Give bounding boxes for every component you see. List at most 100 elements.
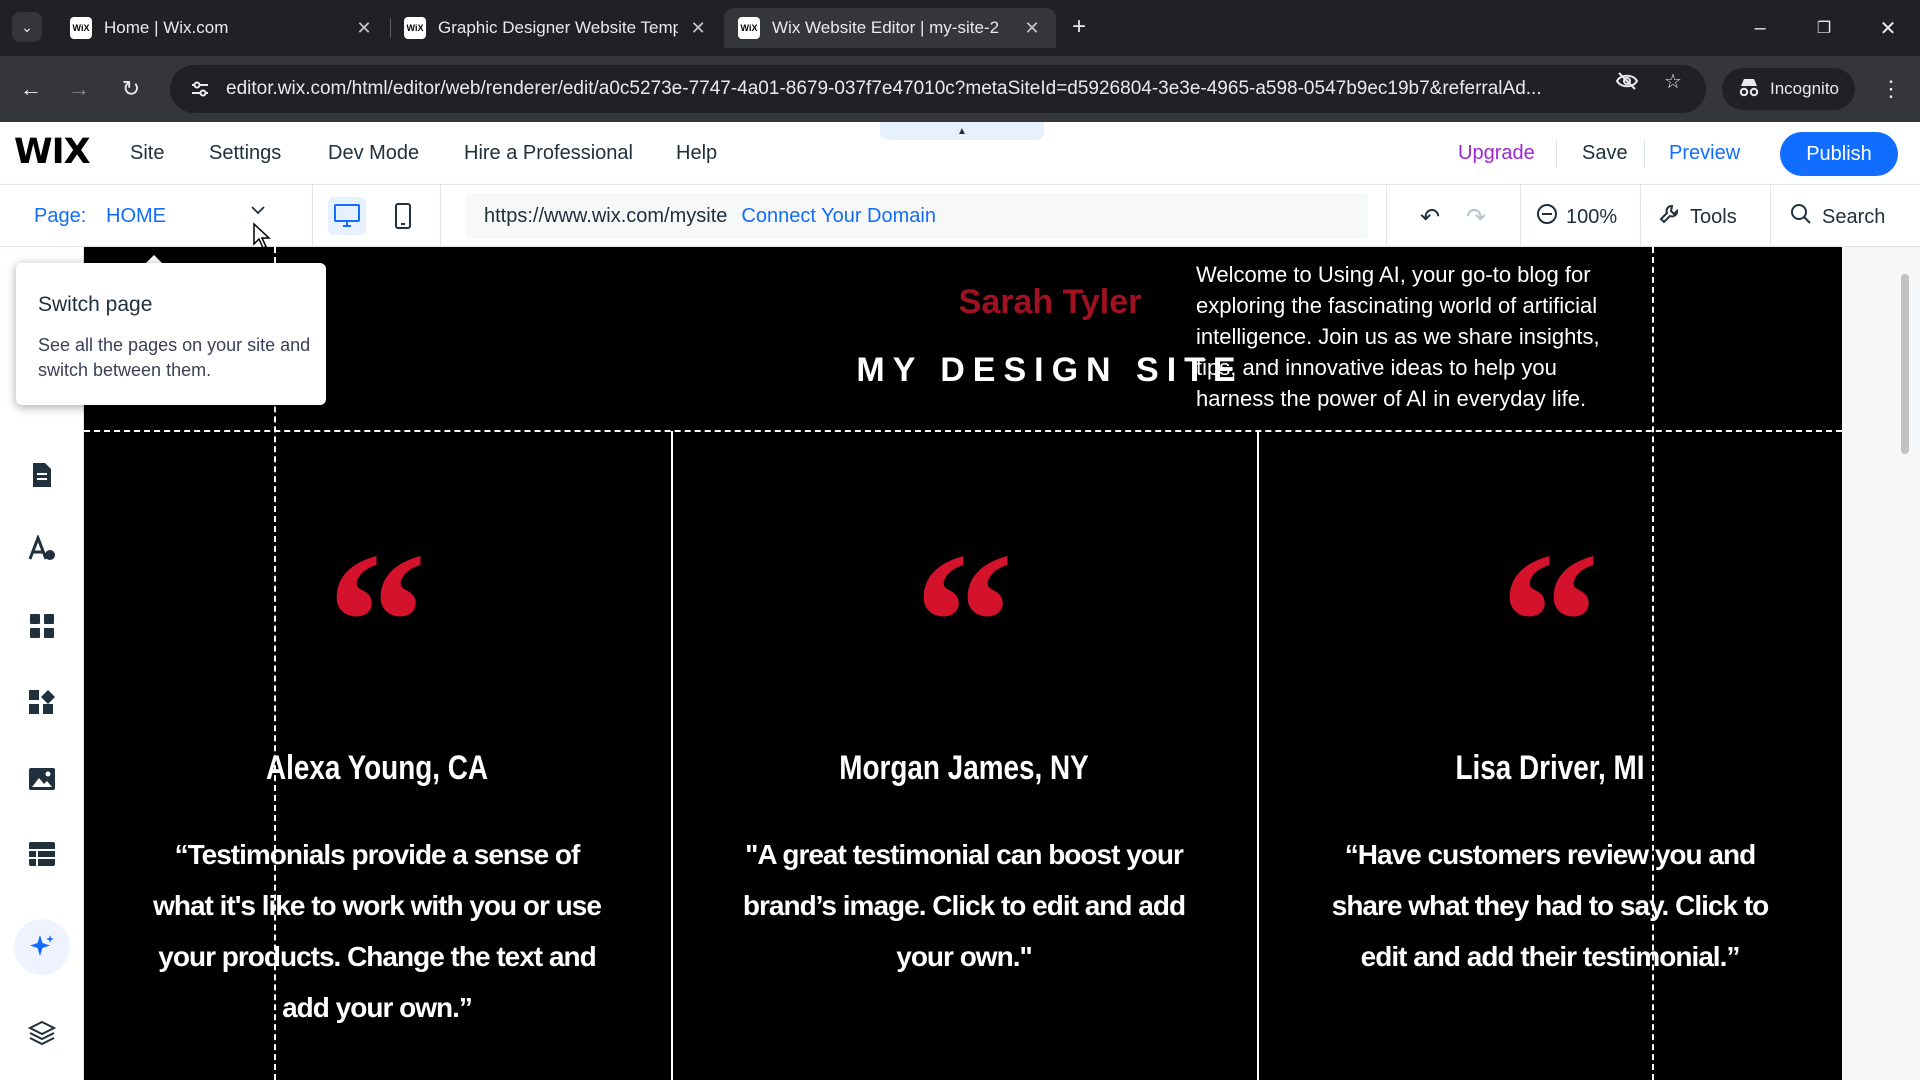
editor-toolbar: Page: HOME https://www.wix.com/mysite Co… <box>0 185 1920 247</box>
restore-icon[interactable]: ❐ <box>1804 10 1844 46</box>
testimonial-name[interactable]: Alexa Young, CA <box>137 749 618 788</box>
browser-menu-icon[interactable]: ⋮ <box>1876 74 1906 104</box>
page-selector[interactable]: HOME <box>106 205 166 228</box>
site-settings-icon[interactable] <box>188 77 212 101</box>
wix-logo[interactable]: WIX <box>14 132 91 172</box>
bookmark-star-icon[interactable]: ☆ <box>1660 68 1686 94</box>
quote-mark-icon: “ <box>1500 512 1600 733</box>
eye-off-icon[interactable] <box>1614 68 1640 94</box>
quote-mark-icon: “ <box>914 512 1014 733</box>
site-design-icon[interactable] <box>22 529 62 569</box>
quote-mark-icon: “ <box>327 512 427 733</box>
tools-button[interactable]: Tools <box>1658 203 1737 231</box>
gridline-guide <box>1652 247 1654 1080</box>
minimize-icon[interactable]: – <box>1740 10 1780 46</box>
site-url: https://www.wix.com/mysite <box>484 204 728 227</box>
save-button[interactable]: Save <box>1582 142 1628 165</box>
search-icon <box>1790 203 1812 231</box>
site-url-box: https://www.wix.com/mysite Connect Your … <box>466 193 1368 239</box>
tab-title: Graphic Designer Website Temp <box>438 18 679 37</box>
cms-table-icon[interactable] <box>22 834 62 874</box>
browser-toolbar: ← → ↻ editor.wix.com/html/editor/web/ren… <box>0 56 1920 122</box>
wrench-icon <box>1658 203 1680 231</box>
toolbar-divider <box>440 185 441 247</box>
tools-label: Tools <box>1690 205 1737 228</box>
brand-name[interactable]: Sarah Tyler <box>860 283 1240 322</box>
menu-dev-mode[interactable]: Dev Mode <box>328 142 419 165</box>
testimonial-card[interactable]: “ Lisa Driver, MI “Have customers review… <box>1257 431 1842 1080</box>
toolbar-divider <box>1640 185 1641 247</box>
welcome-text[interactable]: Welcome to Using AI, your go-to blog for… <box>1196 259 1636 414</box>
chevron-down-icon[interactable] <box>250 203 266 221</box>
wix-favicon-icon: WiX <box>738 17 760 39</box>
address-bar[interactable]: editor.wix.com/html/editor/web/renderer/… <box>170 65 1706 113</box>
wix-top-bar: WIX Site Settings Dev Mode Hire a Profes… <box>0 122 1920 185</box>
zoom-level: 100% <box>1566 205 1618 228</box>
search-button[interactable]: Search <box>1790 203 1885 231</box>
media-icon[interactable] <box>22 759 62 799</box>
testimonial-card[interactable]: “ Morgan James, NY "A great testimonial … <box>671 431 1257 1080</box>
redo-icon[interactable]: ↷ <box>1460 201 1492 233</box>
search-label: Search <box>1822 205 1886 228</box>
browser-tab-wix-editor[interactable]: WiX Wix Website Editor | my-site-2 ✕ <box>724 8 1056 48</box>
menu-help[interactable]: Help <box>676 142 717 165</box>
page-label: Page: <box>34 205 87 227</box>
tooltip-title: Switch page <box>38 293 153 316</box>
testimonial-name[interactable]: Lisa Driver, MI <box>1310 749 1791 788</box>
add-elements-icon[interactable] <box>22 606 62 646</box>
tab-search-chevron-icon[interactable]: ⌄ <box>12 12 42 42</box>
ai-sparkle-button[interactable] <box>14 919 70 975</box>
menu-hire-a-professional[interactable]: Hire a Professional <box>464 142 633 165</box>
browser-tab-bar: ⌄ WiX Home | Wix.com ✕ WiX Graphic Desig… <box>0 0 1920 56</box>
toolbar-divider <box>1386 185 1387 247</box>
incognito-label: Incognito <box>1770 79 1839 98</box>
close-tab-icon[interactable]: ✕ <box>1020 16 1044 40</box>
zoom-control[interactable]: 100% <box>1536 203 1617 231</box>
testimonial-name[interactable]: Morgan James, NY <box>724 749 1205 788</box>
menu-settings[interactable]: Settings <box>209 142 281 165</box>
add-apps-icon[interactable] <box>22 682 62 722</box>
close-window-icon[interactable]: ✕ <box>1868 10 1908 46</box>
publish-button[interactable]: Publish <box>1780 132 1898 176</box>
tab-title: Home | Wix.com <box>104 18 229 37</box>
pages-menu-icon[interactable] <box>22 455 62 495</box>
close-tab-icon[interactable]: ✕ <box>352 16 376 40</box>
canvas-scrollbar[interactable] <box>1898 256 1912 1076</box>
incognito-badge[interactable]: Incognito <box>1722 68 1855 110</box>
top-divider <box>1556 140 1557 168</box>
incognito-icon <box>1738 77 1760 102</box>
preview-button[interactable]: Preview <box>1669 142 1740 165</box>
undo-icon[interactable]: ↶ <box>1414 201 1446 233</box>
toolbar-divider <box>1520 185 1521 247</box>
new-tab-plus-icon[interactable]: + <box>1064 12 1094 42</box>
toolbar-divider <box>312 185 313 247</box>
connect-domain-link[interactable]: Connect Your Domain <box>741 205 936 228</box>
close-tab-icon[interactable]: ✕ <box>686 16 710 40</box>
menu-site[interactable]: Site <box>130 142 164 165</box>
forward-arrow-icon[interactable]: → <box>62 72 96 106</box>
testimonial-text[interactable]: “Have customers review you and share wha… <box>1317 829 1783 982</box>
tab-title: Wix Website Editor | my-site-2 <box>772 18 1000 37</box>
wix-favicon-icon: WiX <box>404 17 426 39</box>
collapse-toolbar-chevron-icon[interactable]: ▲ <box>880 122 1044 140</box>
layers-icon[interactable] <box>22 1013 62 1053</box>
testimonial-text[interactable]: “Testimonials provide a sense of what it… <box>144 829 610 1033</box>
mouse-pointer-icon <box>252 222 272 255</box>
site-canvas[interactable]: Sarah Tyler MY DESIGN SITE Welcome to Us… <box>84 247 1842 1080</box>
wix-favicon-icon: WiX <box>70 17 92 39</box>
desktop-view-icon[interactable] <box>328 197 366 235</box>
switch-page-tooltip: Switch page See all the pages on your si… <box>16 263 326 405</box>
browser-tab-wix-home[interactable]: WiX Home | Wix.com ✕ <box>56 8 388 48</box>
top-divider <box>1644 140 1645 168</box>
back-arrow-icon[interactable]: ← <box>14 72 48 106</box>
tooltip-text: See all the pages on your site and switc… <box>38 335 311 380</box>
testimonial-text[interactable]: "A great testimonial can boost your bran… <box>731 829 1197 982</box>
mobile-view-icon[interactable] <box>384 197 422 235</box>
browser-tab-graphic-designer[interactable]: WiX Graphic Designer Website Temp ✕ <box>390 8 722 48</box>
url-text: editor.wix.com/html/editor/web/renderer/… <box>226 78 1542 99</box>
site-header[interactable]: Sarah Tyler MY DESIGN SITE Welcome to Us… <box>84 247 1842 431</box>
testimonial-card[interactable]: “ Alexa Young, CA “Testimonials provide … <box>84 431 670 1080</box>
upgrade-button[interactable]: Upgrade <box>1458 142 1535 165</box>
reload-icon[interactable]: ↻ <box>114 72 148 106</box>
scrollbar-thumb[interactable] <box>1901 274 1909 454</box>
